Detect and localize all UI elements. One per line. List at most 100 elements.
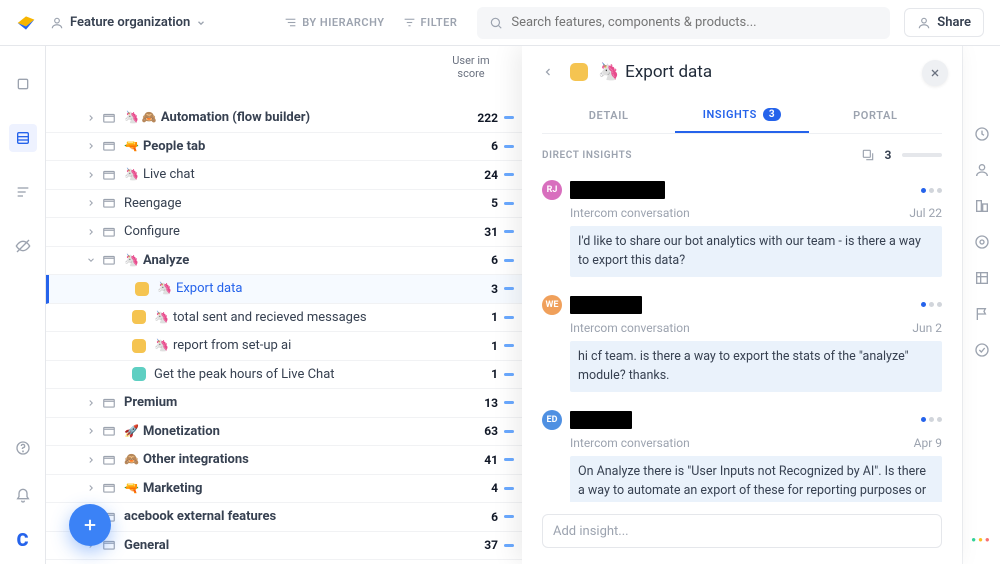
avatar: RJ	[542, 180, 562, 200]
feature-child-row[interactable]: 🦄Export data 3	[46, 275, 522, 304]
add-insight-input[interactable]: Add insight...	[542, 514, 942, 548]
tab-portal[interactable]: PORTAL	[809, 98, 942, 133]
score-bar-icon	[504, 202, 514, 205]
tab-insights[interactable]: INSIGHTS 3	[675, 98, 808, 133]
hierarchy-icon	[284, 16, 297, 29]
feature-title: Reengage	[124, 196, 448, 211]
feature-row[interactable]: 🔫People tab 6	[46, 133, 522, 162]
expand-toggle[interactable]	[46, 455, 102, 465]
feature-row[interactable]: 🙈Other integrations 41	[46, 446, 522, 475]
expand-toggle[interactable]	[46, 255, 102, 265]
avatar: WE	[542, 295, 562, 315]
column-score-label: User im	[436, 54, 506, 67]
link-insight-icon[interactable]	[861, 148, 875, 162]
feature-title: Get the peak hours of Live Chat	[154, 367, 448, 382]
folder-icon	[102, 139, 118, 153]
activity-icon[interactable]	[974, 126, 990, 142]
feature-row[interactable]: 🦄 🙈Automation (flow builder) 222	[46, 104, 522, 133]
expand-toggle[interactable]	[46, 227, 102, 237]
view-by-hierarchy-button[interactable]: BY HIERARCHY	[284, 16, 384, 29]
help-icon[interactable]	[9, 434, 37, 462]
feature-row[interactable]: 🦄Analyze 6	[46, 247, 522, 276]
search-input[interactable]	[511, 15, 878, 30]
folder-icon	[102, 196, 118, 210]
insight-source: Intercom conversation	[570, 321, 690, 335]
expand-toggle[interactable]	[46, 170, 102, 180]
folder-icon	[102, 481, 118, 495]
feature-row[interactable]: Premium 13	[46, 389, 522, 418]
score-bar-icon	[504, 544, 514, 547]
sidebar-features-icon[interactable]	[9, 124, 37, 152]
feature-color-swatch	[135, 282, 149, 296]
score-bar-icon	[504, 145, 514, 148]
feature-score: 6	[448, 253, 498, 267]
folder-icon	[102, 538, 118, 552]
expand-toggle[interactable]	[46, 398, 102, 408]
search-field[interactable]	[477, 7, 890, 39]
expand-toggle[interactable]	[46, 198, 102, 208]
score-bar-icon	[504, 173, 514, 176]
direct-insights-label: DIRECT INSIGHTS	[542, 150, 632, 161]
flag-icon[interactable]	[974, 306, 990, 322]
share-icon	[917, 16, 931, 30]
sidebar-hidden-icon[interactable]	[9, 232, 37, 260]
feature-score: 1	[448, 367, 498, 381]
check-circle-icon[interactable]	[974, 342, 990, 358]
feature-title: 🚀Monetization	[124, 424, 448, 439]
feature-child-row[interactable]: Get the peak hours of Live Chat 1	[46, 361, 522, 390]
expand-toggle[interactable]	[46, 141, 102, 151]
sidebar-backlog-icon[interactable]	[9, 178, 37, 206]
feature-row[interactable]: 🦄Live chat 24	[46, 161, 522, 190]
avatar: ED	[542, 410, 562, 430]
insight-source: Intercom conversation	[570, 436, 690, 450]
feature-title: 🦄Export data	[157, 281, 448, 296]
insight-item[interactable]: WE Intercom conversation Jun 2 hi cf tea…	[542, 295, 942, 392]
folder-icon	[102, 424, 118, 438]
feature-child-row[interactable]: 🦄report from set-up ai 1	[46, 332, 522, 361]
feature-row[interactable]: General 37	[46, 532, 522, 561]
feature-row[interactable]: acebook external features 6	[46, 503, 522, 532]
expand-toggle[interactable]	[46, 483, 102, 493]
score-bar-icon	[504, 287, 514, 290]
feature-title: 🙈Other integrations	[124, 452, 448, 467]
expand-toggle[interactable]	[46, 113, 102, 123]
share-button[interactable]: Share	[904, 8, 984, 37]
feature-title: 🔫People tab	[124, 139, 448, 154]
insight-message: On Analyze there is "User Inputs not Rec…	[570, 456, 942, 503]
feature-row[interactable]: Reengage 5	[46, 190, 522, 219]
history-icon[interactable]	[974, 234, 990, 250]
panel-back-button[interactable]	[542, 66, 554, 78]
redacted-name	[570, 181, 665, 199]
feature-score: 63	[448, 424, 498, 438]
insight-item[interactable]: ED Intercom conversation Apr 9 On Analyz…	[542, 410, 942, 503]
workspace-selector[interactable]: Feature organization	[50, 15, 206, 30]
tab-detail[interactable]: DETAIL	[542, 98, 675, 133]
folder-icon	[102, 168, 118, 182]
folder-icon	[102, 111, 118, 125]
detail-panel: 🦄 Export data DETAIL INSIGHTS 3 PORTAL	[522, 46, 962, 564]
brand-icon[interactable]: C	[13, 530, 33, 550]
close-panel-button[interactable]	[922, 60, 948, 86]
feature-row[interactable]: 🚀Monetization 63	[46, 418, 522, 447]
insight-item[interactable]: RJ Intercom conversation Jul 22 I'd like…	[542, 180, 942, 277]
notifications-icon[interactable]	[9, 482, 37, 510]
feature-row[interactable]: Configure 31	[46, 218, 522, 247]
insight-message: hi cf team. is there a way to export the…	[570, 341, 942, 392]
feature-child-row[interactable]: 🦄total sent and recieved messages 1	[46, 304, 522, 333]
company-icon[interactable]	[974, 198, 990, 214]
add-feature-fab[interactable]	[69, 504, 111, 546]
feature-row[interactable]: 🔫Marketing 4	[46, 475, 522, 504]
sidebar-home-icon[interactable]	[9, 70, 37, 98]
people-icon[interactable]	[974, 162, 990, 178]
score-bar-icon	[504, 259, 514, 262]
feature-score: 6	[448, 510, 498, 524]
app-logo[interactable]	[16, 13, 36, 33]
workspace-name: Feature organization	[70, 15, 190, 30]
filter-button[interactable]: FILTER	[403, 16, 458, 29]
feature-title: Configure	[124, 224, 448, 239]
feature-score: 4	[448, 481, 498, 495]
status-dots-icon: ●●●	[971, 535, 992, 544]
expand-toggle[interactable]	[46, 426, 102, 436]
table-icon[interactable]	[974, 270, 990, 286]
score-bar-icon	[504, 458, 514, 461]
